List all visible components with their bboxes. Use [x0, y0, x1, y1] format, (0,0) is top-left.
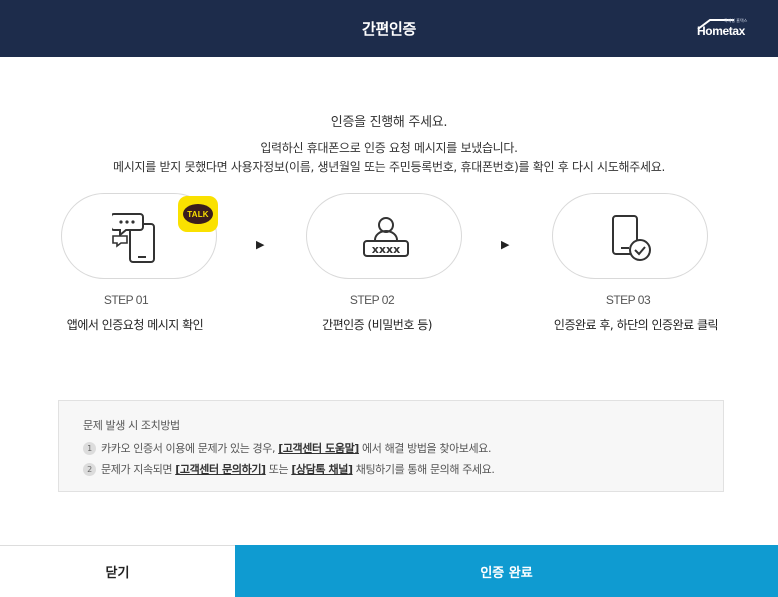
- number-badge: 1: [83, 441, 96, 455]
- step-1-label: STEP 01: [103, 293, 149, 307]
- help-item: 1 카카오 인증서 이용에 문제가 있는 경우, [고객센터 도움말] 에서 해…: [83, 440, 491, 456]
- step-arrow-icon: ▶: [256, 238, 265, 251]
- kakao-talk-badge: TALK: [178, 196, 218, 232]
- phone-check-icon: [612, 215, 651, 261]
- help-text: 문제가 지속되면: [101, 463, 176, 476]
- customer-center-help-link[interactable]: [고객센터 도움말]: [278, 440, 359, 456]
- help-title: 문제 발생 시 조치방법: [83, 419, 180, 432]
- chat-channel-link[interactable]: [상담톡 채널]: [291, 461, 353, 477]
- svg-text:xxxx: xxxx: [372, 243, 400, 256]
- talk-label: TALK: [183, 204, 213, 224]
- help-text: 또는: [265, 463, 292, 476]
- step-2-card: xxxx: [306, 193, 462, 279]
- help-text: 에서 해결 방법을 찾아보세요.: [358, 442, 492, 455]
- number-badge: 2: [83, 462, 96, 476]
- step-3-label: STEP 03: [605, 293, 651, 307]
- step-3-card: [552, 193, 708, 279]
- step-1-description: 앱에서 인증요청 메시지 확인: [66, 318, 204, 332]
- help-item: 2 문제가 지속되면 [고객센터 문의하기] 또는 [상담톡 채널] 채팅하기를…: [83, 461, 495, 477]
- customer-center-inquiry-link[interactable]: [고객센터 문의하기]: [175, 461, 266, 477]
- intro-line-1: 입력하신 휴대폰으로 인증 요청 메시지를 보냈습니다.: [260, 141, 518, 155]
- close-button[interactable]: 닫기: [0, 545, 235, 597]
- help-box: 문제 발생 시 조치방법 1 카카오 인증서 이용에 문제가 있는 경우, [고…: [58, 400, 724, 492]
- logo-text: Hometax: [697, 24, 745, 38]
- dialog-footer: 닫기 인증 완료: [0, 545, 778, 597]
- help-text: 채팅하기를 통해 문의해 주세요.: [352, 463, 495, 476]
- step-2-label: STEP 02: [349, 293, 395, 307]
- auth-complete-button[interactable]: 인증 완료: [235, 545, 778, 597]
- help-text: 카카오 인증서 이용에 문제가 있는 경우,: [101, 442, 279, 455]
- dialog-title: 간편인증: [361, 20, 416, 38]
- user-password-icon: xxxx: [363, 217, 409, 257]
- intro-title: 인증을 진행해 주세요.: [330, 115, 448, 130]
- step-3-description: 인증완료 후, 하단의 인증완료 클릭: [553, 318, 719, 332]
- phone-message-icon: [112, 213, 155, 263]
- step-arrow-icon: ▶: [501, 238, 510, 251]
- intro-line-2: 메시지를 받지 못했다면 사용자정보(이름, 생년월일 또는 주민등록번호, 휴…: [112, 160, 665, 174]
- dialog-header: 간편인증 국세청 홈택스 Hometax: [0, 0, 778, 57]
- hometax-logo: 국세청 홈택스 Hometax: [696, 18, 762, 42]
- step-2-description: 간편인증 (비밀번호 등): [322, 318, 432, 332]
